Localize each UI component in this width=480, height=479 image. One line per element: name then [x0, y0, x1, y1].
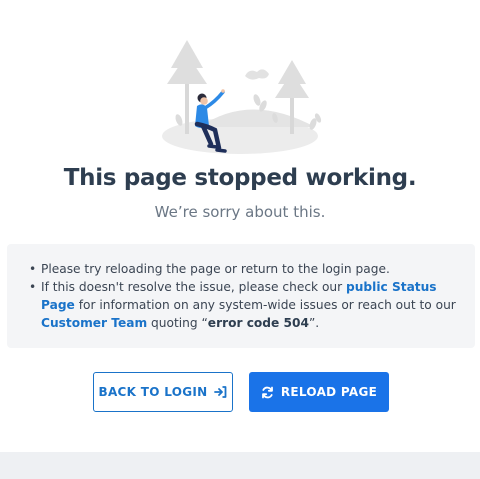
info-line-2-quoting: quoting “	[147, 316, 208, 330]
back-to-login-label: BACK TO LOGIN	[98, 385, 208, 399]
info-line-2-before: If this doesn't resolve the issue, pleas…	[41, 280, 347, 294]
info-line-2-after: for information on any system-wide issue…	[74, 298, 456, 312]
info-list: Please try reloading the page or return …	[29, 260, 463, 332]
info-line-1: Please try reloading the page or return …	[41, 262, 390, 276]
reload-page-label: RELOAD PAGE	[280, 385, 378, 399]
page-title: This page stopped working.	[63, 165, 417, 191]
info-item-status: If this doesn't resolve the issue, pleas…	[29, 278, 463, 332]
back-to-login-button[interactable]: BACK TO LOGIN	[93, 372, 233, 412]
sign-in-icon	[214, 386, 227, 398]
reload-page-button[interactable]: RELOAD PAGE	[249, 372, 389, 412]
footer-bar	[0, 452, 480, 479]
customer-team-link[interactable]: Customer Team	[41, 316, 147, 330]
error-illustration	[162, 40, 322, 154]
refresh-icon	[261, 386, 273, 398]
page-subtitle: We’re sorry about this.	[154, 203, 326, 221]
info-item-reload: Please try reloading the page or return …	[29, 260, 463, 278]
info-box: Please try reloading the page or return …	[7, 244, 475, 348]
error-code: error code 504	[207, 316, 309, 330]
info-line-2-end: ”.	[308, 316, 320, 330]
